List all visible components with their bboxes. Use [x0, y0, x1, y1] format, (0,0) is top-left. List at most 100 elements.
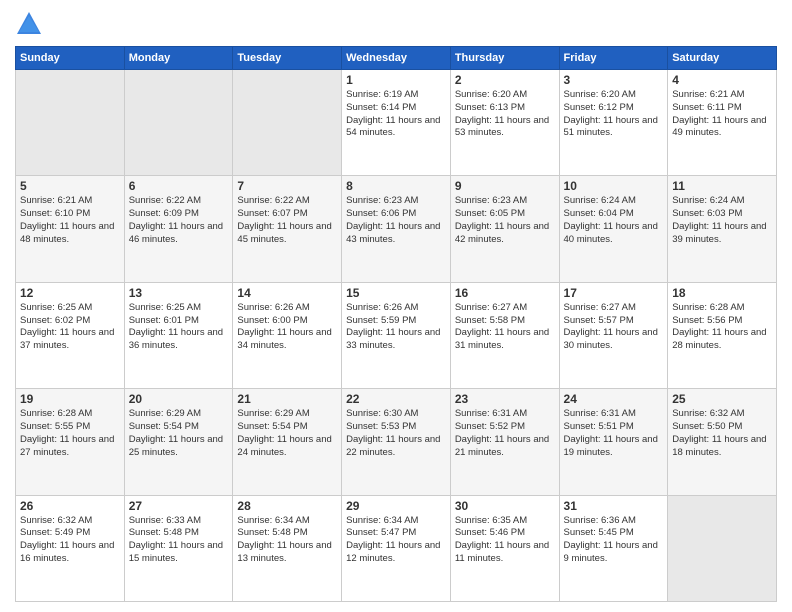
day-number: 19 — [20, 392, 120, 406]
day-info: Sunrise: 6:22 AM Sunset: 6:09 PM Dayligh… — [129, 195, 229, 246]
day-info: Sunrise: 6:29 AM Sunset: 5:54 PM Dayligh… — [237, 408, 337, 459]
day-number: 3 — [564, 73, 664, 87]
day-number: 7 — [237, 179, 337, 193]
day-of-week-header: Thursday — [450, 47, 559, 70]
day-info: Sunrise: 6:27 AM Sunset: 5:58 PM Dayligh… — [455, 302, 555, 353]
calendar-cell: 29 Sunrise: 6:34 AM Sunset: 5:47 PM Dayli… — [342, 495, 451, 601]
calendar-cell: 15 Sunrise: 6:26 AM Sunset: 5:59 PM Dayli… — [342, 282, 451, 388]
day-number: 26 — [20, 499, 120, 513]
day-number: 16 — [455, 286, 555, 300]
day-info: Sunrise: 6:21 AM Sunset: 6:11 PM Dayligh… — [672, 89, 772, 140]
day-of-week-header: Wednesday — [342, 47, 451, 70]
calendar-cell: 5 Sunrise: 6:21 AM Sunset: 6:10 PM Daylig… — [16, 176, 125, 282]
calendar-cell — [668, 495, 777, 601]
day-number: 27 — [129, 499, 229, 513]
day-number: 9 — [455, 179, 555, 193]
calendar-cell: 11 Sunrise: 6:24 AM Sunset: 6:03 PM Dayli… — [668, 176, 777, 282]
day-number: 11 — [672, 179, 772, 193]
calendar-cell: 28 Sunrise: 6:34 AM Sunset: 5:48 PM Dayli… — [233, 495, 342, 601]
calendar-cell: 30 Sunrise: 6:35 AM Sunset: 5:46 PM Dayli… — [450, 495, 559, 601]
day-number: 5 — [20, 179, 120, 193]
day-info: Sunrise: 6:20 AM Sunset: 6:12 PM Dayligh… — [564, 89, 664, 140]
day-number: 28 — [237, 499, 337, 513]
day-info: Sunrise: 6:31 AM Sunset: 5:52 PM Dayligh… — [455, 408, 555, 459]
calendar-week-row: 26 Sunrise: 6:32 AM Sunset: 5:49 PM Dayli… — [16, 495, 777, 601]
day-number: 21 — [237, 392, 337, 406]
calendar-cell: 19Sunrise: 6:28 AM Sunset: 5:55 PM Dayli… — [16, 389, 125, 495]
day-number: 10 — [564, 179, 664, 193]
calendar-cell: 1 Sunrise: 6:19 AM Sunset: 6:14 PM Daylig… — [342, 70, 451, 176]
logo — [15, 10, 47, 38]
day-of-week-header: Tuesday — [233, 47, 342, 70]
day-of-week-header: Saturday — [668, 47, 777, 70]
calendar-cell: 24Sunrise: 6:31 AM Sunset: 5:51 PM Dayli… — [559, 389, 668, 495]
calendar-header-row: SundayMondayTuesdayWednesdayThursdayFrid… — [16, 47, 777, 70]
day-number: 15 — [346, 286, 446, 300]
day-info: Sunrise: 6:23 AM Sunset: 6:06 PM Dayligh… — [346, 195, 446, 246]
calendar-cell: 6Sunrise: 6:22 AM Sunset: 6:09 PM Daylig… — [124, 176, 233, 282]
day-info: Sunrise: 6:32 AM Sunset: 5:49 PM Dayligh… — [20, 515, 120, 566]
page: SundayMondayTuesdayWednesdayThursdayFrid… — [0, 0, 792, 612]
calendar-cell: 13Sunrise: 6:25 AM Sunset: 6:01 PM Dayli… — [124, 282, 233, 388]
calendar-week-row: 19Sunrise: 6:28 AM Sunset: 5:55 PM Dayli… — [16, 389, 777, 495]
calendar-week-row: 5 Sunrise: 6:21 AM Sunset: 6:10 PM Daylig… — [16, 176, 777, 282]
day-number: 20 — [129, 392, 229, 406]
calendar-cell: 8 Sunrise: 6:23 AM Sunset: 6:06 PM Daylig… — [342, 176, 451, 282]
calendar-cell: 26 Sunrise: 6:32 AM Sunset: 5:49 PM Dayli… — [16, 495, 125, 601]
day-number: 4 — [672, 73, 772, 87]
day-info: Sunrise: 6:27 AM Sunset: 5:57 PM Dayligh… — [564, 302, 664, 353]
header — [15, 10, 777, 38]
calendar-cell: 17 Sunrise: 6:27 AM Sunset: 5:57 PM Dayli… — [559, 282, 668, 388]
day-number: 23 — [455, 392, 555, 406]
day-info: Sunrise: 6:36 AM Sunset: 5:45 PM Dayligh… — [564, 515, 664, 566]
day-info: Sunrise: 6:22 AM Sunset: 6:07 PM Dayligh… — [237, 195, 337, 246]
day-info: Sunrise: 6:28 AM Sunset: 5:56 PM Dayligh… — [672, 302, 772, 353]
day-info: Sunrise: 6:26 AM Sunset: 6:00 PM Dayligh… — [237, 302, 337, 353]
calendar-cell — [124, 70, 233, 176]
day-info: Sunrise: 6:21 AM Sunset: 6:10 PM Dayligh… — [20, 195, 120, 246]
day-info: Sunrise: 6:33 AM Sunset: 5:48 PM Dayligh… — [129, 515, 229, 566]
calendar-cell: 2Sunrise: 6:20 AM Sunset: 6:13 PM Daylig… — [450, 70, 559, 176]
day-number: 29 — [346, 499, 446, 513]
calendar-cell: 25 Sunrise: 6:32 AM Sunset: 5:50 PM Dayli… — [668, 389, 777, 495]
day-info: Sunrise: 6:26 AM Sunset: 5:59 PM Dayligh… — [346, 302, 446, 353]
day-info: Sunrise: 6:25 AM Sunset: 6:02 PM Dayligh… — [20, 302, 120, 353]
day-of-week-header: Friday — [559, 47, 668, 70]
day-info: Sunrise: 6:34 AM Sunset: 5:47 PM Dayligh… — [346, 515, 446, 566]
day-number: 30 — [455, 499, 555, 513]
calendar-cell: 12 Sunrise: 6:25 AM Sunset: 6:02 PM Dayli… — [16, 282, 125, 388]
calendar-cell: 16 Sunrise: 6:27 AM Sunset: 5:58 PM Dayli… — [450, 282, 559, 388]
day-number: 13 — [129, 286, 229, 300]
logo-icon — [15, 10, 43, 38]
calendar-cell: 4 Sunrise: 6:21 AM Sunset: 6:11 PM Daylig… — [668, 70, 777, 176]
calendar-cell: 9 Sunrise: 6:23 AM Sunset: 6:05 PM Daylig… — [450, 176, 559, 282]
day-number: 1 — [346, 73, 446, 87]
calendar-cell: 21 Sunrise: 6:29 AM Sunset: 5:54 PM Dayli… — [233, 389, 342, 495]
calendar-cell: 27 Sunrise: 6:33 AM Sunset: 5:48 PM Dayli… — [124, 495, 233, 601]
day-number: 18 — [672, 286, 772, 300]
day-info: Sunrise: 6:20 AM Sunset: 6:13 PM Dayligh… — [455, 89, 555, 140]
day-info: Sunrise: 6:29 AM Sunset: 5:54 PM Dayligh… — [129, 408, 229, 459]
calendar-cell: 23 Sunrise: 6:31 AM Sunset: 5:52 PM Dayli… — [450, 389, 559, 495]
day-info: Sunrise: 6:34 AM Sunset: 5:48 PM Dayligh… — [237, 515, 337, 566]
day-number: 12 — [20, 286, 120, 300]
calendar-cell: 3 Sunrise: 6:20 AM Sunset: 6:12 PM Daylig… — [559, 70, 668, 176]
day-info: Sunrise: 6:23 AM Sunset: 6:05 PM Dayligh… — [455, 195, 555, 246]
day-number: 17 — [564, 286, 664, 300]
day-info: Sunrise: 6:32 AM Sunset: 5:50 PM Dayligh… — [672, 408, 772, 459]
calendar-table: SundayMondayTuesdayWednesdayThursdayFrid… — [15, 46, 777, 602]
day-number: 25 — [672, 392, 772, 406]
day-number: 8 — [346, 179, 446, 193]
calendar-week-row: 12 Sunrise: 6:25 AM Sunset: 6:02 PM Dayli… — [16, 282, 777, 388]
day-info: Sunrise: 6:24 AM Sunset: 6:03 PM Dayligh… — [672, 195, 772, 246]
day-of-week-header: Sunday — [16, 47, 125, 70]
day-of-week-header: Monday — [124, 47, 233, 70]
day-info: Sunrise: 6:24 AM Sunset: 6:04 PM Dayligh… — [564, 195, 664, 246]
day-info: Sunrise: 6:31 AM Sunset: 5:51 PM Dayligh… — [564, 408, 664, 459]
day-info: Sunrise: 6:30 AM Sunset: 5:53 PM Dayligh… — [346, 408, 446, 459]
day-info: Sunrise: 6:19 AM Sunset: 6:14 PM Dayligh… — [346, 89, 446, 140]
day-info: Sunrise: 6:35 AM Sunset: 5:46 PM Dayligh… — [455, 515, 555, 566]
calendar-cell — [233, 70, 342, 176]
calendar-cell: 22 Sunrise: 6:30 AM Sunset: 5:53 PM Dayli… — [342, 389, 451, 495]
day-number: 22 — [346, 392, 446, 406]
